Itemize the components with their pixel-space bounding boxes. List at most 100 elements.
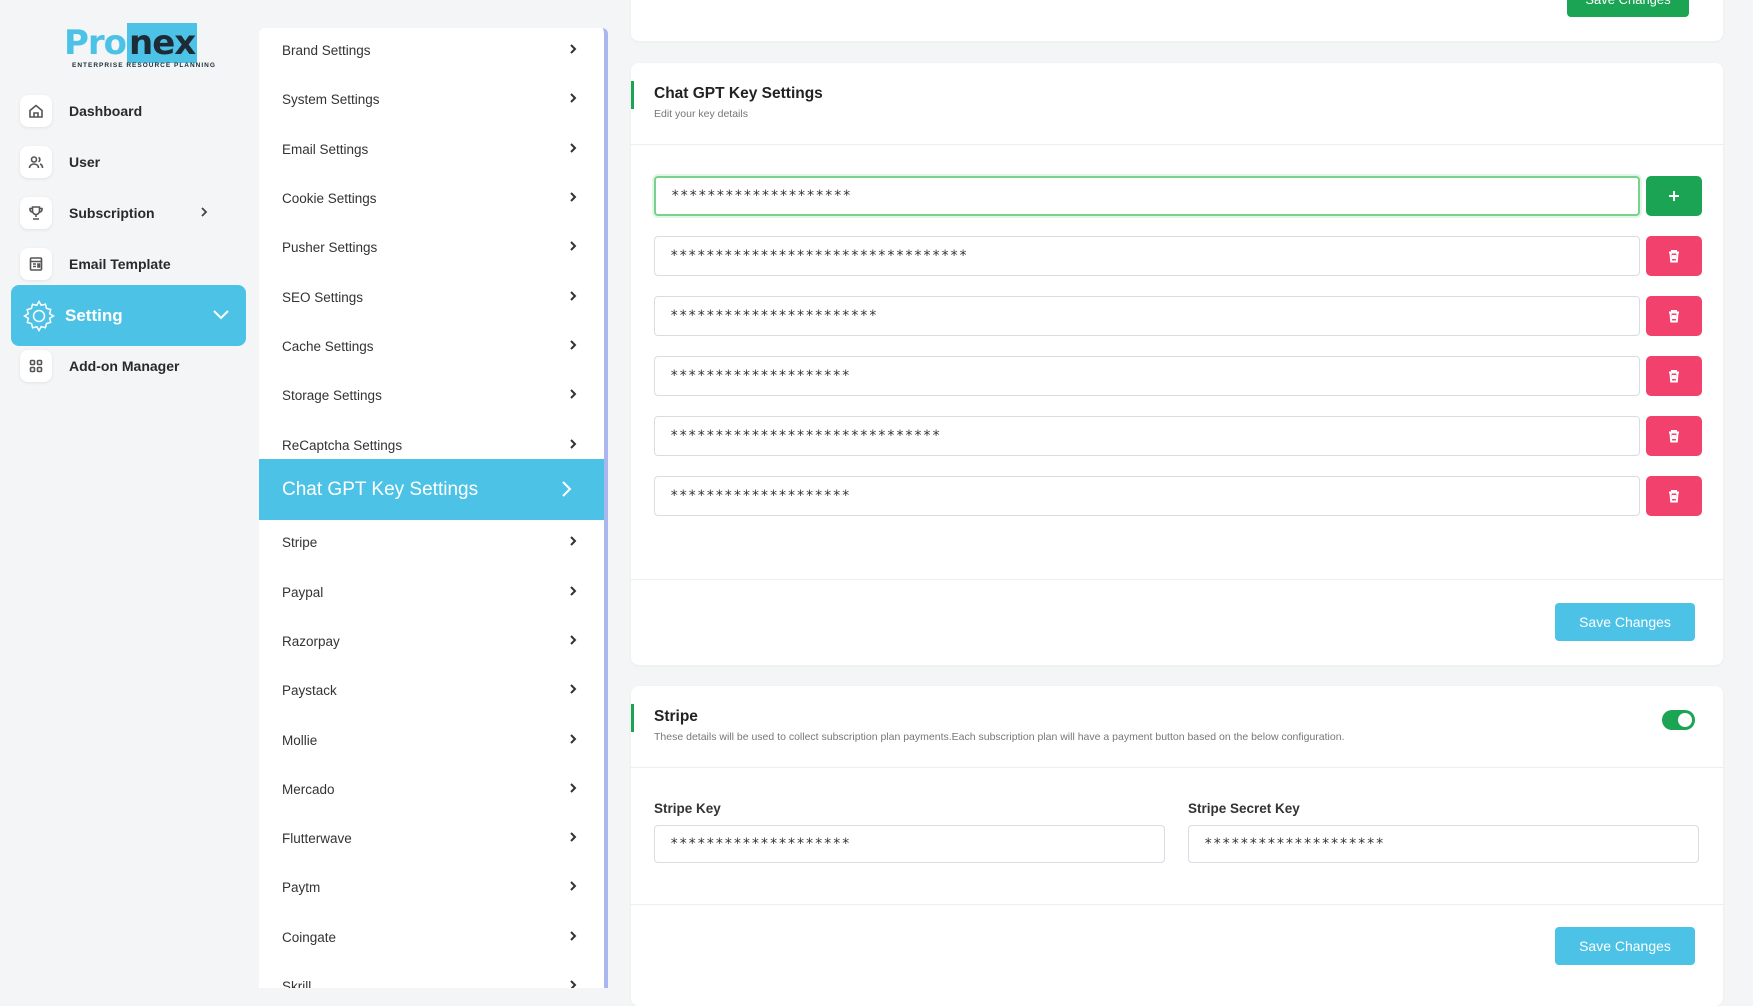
settings-item-label: Storage Settings bbox=[282, 387, 382, 403]
delete-key-button[interactable] bbox=[1646, 476, 1702, 516]
settings-list: Brand Settings System Settings Email Set… bbox=[259, 28, 608, 988]
settings-item-storage[interactable]: Storage Settings bbox=[259, 373, 604, 417]
delete-key-button[interactable] bbox=[1646, 356, 1702, 396]
card-divider bbox=[631, 904, 1723, 905]
chevron-right-icon bbox=[566, 437, 580, 456]
nav-item-email-template[interactable]: Email Template bbox=[20, 247, 171, 281]
settings-item-paystack[interactable]: Paystack bbox=[259, 668, 604, 712]
trash-icon bbox=[1669, 250, 1679, 263]
main-sidebar: Pronex ENTERPRISE RESOURCE PLANNING Dash… bbox=[0, 0, 250, 984]
template-icon bbox=[20, 248, 52, 280]
save-changes-button[interactable]: Save Changes bbox=[1555, 927, 1695, 965]
nav-item-addon-manager[interactable]: Add-on Manager bbox=[20, 349, 179, 383]
settings-item-label: Coingate bbox=[282, 929, 337, 945]
chevron-right-icon bbox=[566, 141, 580, 160]
settings-item-label: Mollie bbox=[282, 732, 318, 748]
settings-item-chatgpt[interactable]: Chat GPT Key Settings bbox=[259, 459, 604, 520]
grid-icon bbox=[20, 350, 52, 382]
stripe-enable-toggle[interactable] bbox=[1662, 710, 1695, 730]
settings-item-system[interactable]: System Settings bbox=[259, 77, 604, 121]
settings-item-pusher[interactable]: Pusher Settings bbox=[259, 225, 604, 269]
settings-item-label: Chat GPT Key Settings bbox=[282, 478, 479, 500]
settings-item-label: Pusher Settings bbox=[282, 239, 378, 255]
previous-settings-card: Save Changes bbox=[631, 0, 1723, 41]
key-input[interactable]: ******************** bbox=[654, 356, 1640, 396]
settings-item-label: Brand Settings bbox=[282, 42, 371, 58]
key-input[interactable]: ******************** bbox=[654, 176, 1640, 216]
trash-icon bbox=[1669, 490, 1679, 503]
chevron-right-icon bbox=[566, 830, 580, 849]
nav-label: User bbox=[69, 154, 101, 170]
card-header: Stripe These details will be used to col… bbox=[631, 686, 1723, 768]
nav-item-subscription[interactable]: Subscription bbox=[20, 196, 220, 230]
settings-item-skrill[interactable]: Skrill bbox=[259, 964, 604, 988]
key-input[interactable]: ********************************* bbox=[654, 236, 1640, 276]
chevron-right-icon bbox=[566, 289, 580, 308]
settings-item-label: Cache Settings bbox=[282, 338, 374, 354]
trophy-icon bbox=[20, 197, 52, 229]
chevron-right-icon bbox=[566, 781, 580, 800]
settings-item-coingate[interactable]: Coingate bbox=[259, 915, 604, 959]
chevron-right-icon bbox=[566, 584, 580, 603]
settings-item-razorpay[interactable]: Razorpay bbox=[259, 619, 604, 663]
settings-item-label: Stripe bbox=[282, 534, 318, 550]
settings-item-email[interactable]: Email Settings bbox=[259, 127, 604, 171]
stripe-key-input[interactable]: ******************** bbox=[654, 825, 1165, 863]
save-changes-button[interactable]: Save Changes bbox=[1555, 603, 1695, 641]
key-row: ******************** bbox=[654, 176, 1702, 216]
chevron-right-icon bbox=[566, 879, 580, 898]
chevron-right-icon bbox=[566, 929, 580, 948]
section-accent-bar bbox=[631, 81, 634, 109]
card-divider bbox=[631, 579, 1723, 580]
logo-text: Pro bbox=[64, 23, 127, 63]
save-changes-button[interactable]: Save Changes bbox=[1567, 0, 1689, 17]
settings-item-label: Cookie Settings bbox=[282, 190, 377, 206]
users-icon bbox=[20, 146, 52, 178]
chevron-right-icon bbox=[566, 732, 580, 751]
chevron-right-icon bbox=[566, 239, 580, 258]
settings-item-paytm[interactable]: Paytm bbox=[259, 865, 604, 909]
settings-item-flutterwave[interactable]: Flutterwave bbox=[259, 816, 604, 860]
chevron-right-icon bbox=[566, 42, 580, 61]
settings-item-stripe[interactable]: Stripe bbox=[259, 520, 604, 564]
delete-key-button[interactable] bbox=[1646, 236, 1702, 276]
nav-item-setting[interactable]: Setting bbox=[11, 285, 246, 346]
key-row: ****************************** bbox=[654, 416, 1702, 456]
add-key-button[interactable] bbox=[1646, 176, 1702, 216]
nav-label: Dashboard bbox=[69, 103, 143, 119]
stripe-secret-key-label: Stripe Secret Key bbox=[1188, 801, 1300, 816]
settings-item-brand[interactable]: Brand Settings bbox=[259, 28, 604, 72]
key-row: ********************************* bbox=[654, 236, 1702, 276]
settings-item-cookie[interactable]: Cookie Settings bbox=[259, 176, 604, 220]
pronex-logo[interactable]: Pronex ENTERPRISE RESOURCE PLANNING bbox=[60, 22, 215, 72]
nav-item-user[interactable]: User bbox=[20, 145, 100, 179]
trash-icon bbox=[1669, 310, 1679, 323]
chevron-right-icon bbox=[566, 534, 580, 553]
settings-item-seo[interactable]: SEO Settings bbox=[259, 275, 604, 319]
chevron-right-icon bbox=[198, 205, 214, 221]
stripe-card: Stripe These details will be used to col… bbox=[631, 686, 1723, 1006]
nav-label: Email Template bbox=[69, 256, 171, 272]
settings-item-label: ReCaptcha Settings bbox=[282, 437, 403, 453]
settings-item-label: Email Settings bbox=[282, 141, 369, 157]
key-row: ******************** bbox=[654, 476, 1702, 516]
key-input[interactable]: ******************** bbox=[654, 476, 1640, 516]
chevron-down-icon bbox=[210, 303, 232, 330]
gear-icon bbox=[21, 298, 57, 334]
chevron-right-icon bbox=[566, 190, 580, 209]
key-input[interactable]: ****************************** bbox=[654, 416, 1640, 456]
settings-item-mollie[interactable]: Mollie bbox=[259, 718, 604, 762]
chevron-right-icon bbox=[556, 479, 576, 504]
settings-item-mercado[interactable]: Mercado bbox=[259, 767, 604, 811]
nav-label: Setting bbox=[65, 305, 123, 325]
delete-key-button[interactable] bbox=[1646, 416, 1702, 456]
trash-icon bbox=[1669, 430, 1679, 443]
stripe-secret-key-input[interactable]: ******************** bbox=[1188, 825, 1699, 863]
settings-item-paypal[interactable]: Paypal bbox=[259, 570, 604, 614]
chevron-right-icon bbox=[566, 387, 580, 406]
settings-item-cache[interactable]: Cache Settings bbox=[259, 324, 604, 368]
chevron-right-icon bbox=[566, 91, 580, 110]
key-input[interactable]: *********************** bbox=[654, 296, 1640, 336]
delete-key-button[interactable] bbox=[1646, 296, 1702, 336]
nav-item-dashboard[interactable]: Dashboard bbox=[20, 94, 142, 128]
